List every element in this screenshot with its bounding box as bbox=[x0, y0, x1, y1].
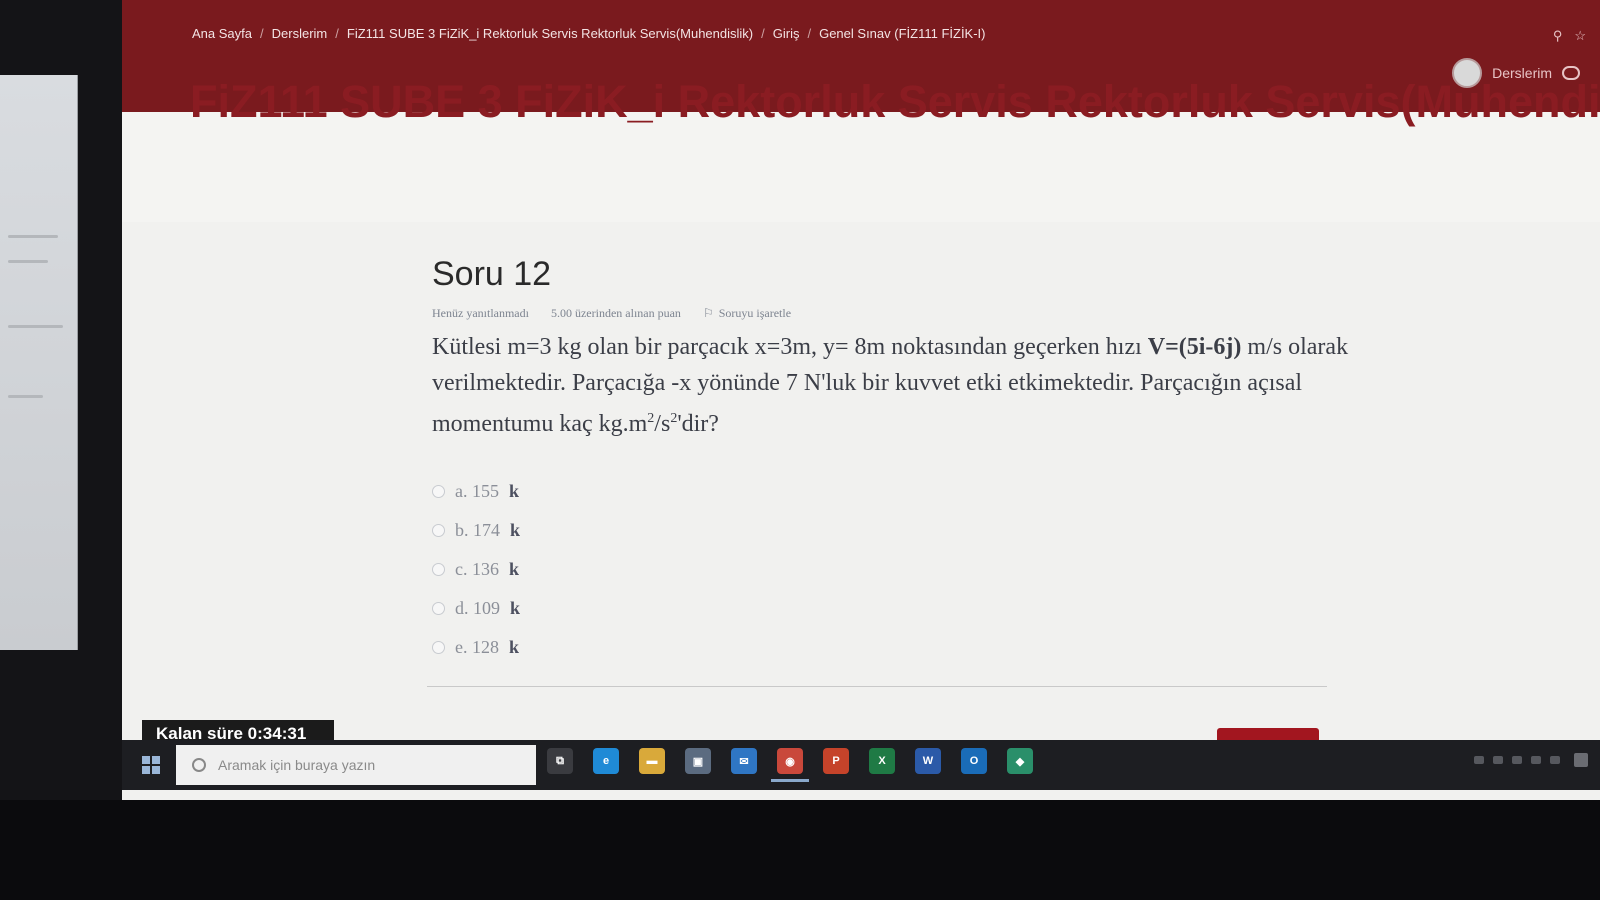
app-icon[interactable]: ◆ bbox=[1007, 748, 1033, 774]
radio-button[interactable] bbox=[432, 602, 445, 615]
taskbar-apps: ⧉ e ▬ ▣ ✉ ◉ P X W O ◆ bbox=[547, 748, 1033, 782]
breadcrumb-exam[interactable]: Genel Sınav (FİZ111 FİZİK-I) bbox=[819, 26, 985, 41]
question-text-part: Kütlesi m=3 kg olan bir parçacık x=3m, y… bbox=[432, 334, 1148, 360]
radio-button[interactable] bbox=[432, 641, 445, 654]
search-icon[interactable]: ⚲ bbox=[1553, 28, 1563, 44]
flag-icon: ⚐ bbox=[702, 306, 714, 320]
star-icon[interactable]: ☆ bbox=[1574, 28, 1586, 44]
flag-question-button[interactable]: ⚐ Soruyu işaretle bbox=[703, 306, 791, 321]
divider bbox=[427, 686, 1327, 687]
page-title: FiZ111 SUBE 3 FiZiK_i Rektorluk Servis R… bbox=[190, 76, 1600, 127]
page-header bbox=[122, 112, 1600, 222]
answer-option-c[interactable]: c. 136 k bbox=[432, 550, 1392, 589]
answer-option-d[interactable]: d. 109 k bbox=[432, 589, 1392, 628]
answer-unit: k bbox=[510, 598, 521, 618]
radio-button[interactable] bbox=[432, 563, 445, 576]
answer-label: e. 128 bbox=[455, 637, 499, 657]
answer-unit: k bbox=[509, 559, 520, 579]
system-tray[interactable] bbox=[1474, 756, 1560, 764]
taskbar-search-input[interactable]: Aramak için buraya yazın bbox=[176, 745, 536, 785]
breadcrumb-my-courses[interactable]: Derslerim bbox=[272, 26, 328, 41]
excel-icon[interactable]: X bbox=[869, 748, 895, 774]
radio-button[interactable] bbox=[432, 524, 445, 537]
breadcrumb-course[interactable]: FiZ111 SUBE 3 FiZiK_i Rektorluk Servis R… bbox=[347, 26, 753, 41]
word-icon[interactable]: W bbox=[915, 748, 941, 774]
question-status: Henüz yanıtlanmadı bbox=[432, 306, 529, 320]
question-text-part: /s bbox=[654, 411, 671, 437]
mail-icon[interactable]: ✉ bbox=[731, 748, 757, 774]
flag-label: Soruyu işaretle bbox=[718, 306, 792, 320]
answer-unit: k bbox=[509, 481, 520, 501]
answer-label: d. 109 bbox=[455, 598, 500, 618]
notification-icon[interactable] bbox=[1574, 753, 1588, 767]
browser-icons: ⚲ ☆ bbox=[1553, 28, 1586, 44]
answer-label: a. 155 bbox=[455, 481, 499, 501]
question-number: Soru 12 bbox=[432, 255, 552, 293]
question-velocity: V=(5i-6j) bbox=[1147, 334, 1242, 360]
answer-unit: k bbox=[510, 520, 521, 540]
outlook-icon[interactable]: O bbox=[961, 748, 987, 774]
chrome-icon[interactable]: ◉ bbox=[771, 748, 809, 782]
search-icon bbox=[192, 758, 206, 772]
answer-list: a. 155 k b. 174 k c. 136 k d. 109 k e. 1… bbox=[432, 472, 1392, 667]
monitor-bottom-bezel bbox=[0, 800, 1600, 900]
search-placeholder: Aramak için buraya yazın bbox=[218, 757, 376, 773]
question-text: Kütlesi m=3 kg olan bir parçacık x=3m, y… bbox=[432, 329, 1392, 442]
breadcrumb-separator: / bbox=[807, 26, 812, 41]
edge-icon[interactable]: e bbox=[593, 748, 619, 774]
browser-screen: Ana Sayfa / Derslerim / FiZ111 SUBE 3 Fi… bbox=[122, 0, 1600, 800]
breadcrumb-separator: / bbox=[260, 26, 264, 41]
breadcrumb: Ana Sayfa / Derslerim / FiZ111 SUBE 3 Fi… bbox=[192, 26, 986, 41]
next-page-button[interactable] bbox=[1217, 728, 1319, 740]
breadcrumb-separator: / bbox=[335, 26, 339, 41]
powerpoint-icon[interactable]: P bbox=[823, 748, 849, 774]
answer-label: c. 136 bbox=[455, 559, 499, 579]
answer-option-a[interactable]: a. 155 k bbox=[432, 472, 1392, 511]
question-info: Henüz yanıtlanmadı 5.00 üzerinden alınan… bbox=[432, 306, 1392, 321]
taskbar: Aramak için buraya yazın ⧉ e ▬ ▣ ✉ ◉ P X W O ◆ bbox=[122, 740, 1600, 790]
answer-unit: k bbox=[509, 637, 520, 657]
answer-label: b. 174 bbox=[455, 520, 500, 540]
answer-option-e[interactable]: e. 128 k bbox=[432, 628, 1392, 667]
breadcrumb-separator: / bbox=[761, 26, 765, 41]
breadcrumb-login[interactable]: Giriş bbox=[773, 26, 800, 41]
answer-option-b[interactable]: b. 174 k bbox=[432, 511, 1392, 550]
store-icon[interactable]: ▣ bbox=[685, 748, 711, 774]
file-explorer-icon[interactable]: ▬ bbox=[639, 748, 665, 774]
background-window bbox=[0, 75, 78, 650]
breadcrumb-home[interactable]: Ana Sayfa bbox=[192, 26, 252, 41]
task-view-icon[interactable]: ⧉ bbox=[547, 748, 573, 774]
question-text-part: 'dir? bbox=[677, 411, 719, 437]
question-points: 5.00 üzerinden alınan puan bbox=[550, 306, 681, 320]
question-block: Soru 12 Henüz yanıtlanmadı 5.00 üzerinde… bbox=[432, 255, 1392, 667]
windows-start-icon[interactable] bbox=[142, 756, 160, 774]
radio-button[interactable] bbox=[432, 485, 445, 498]
